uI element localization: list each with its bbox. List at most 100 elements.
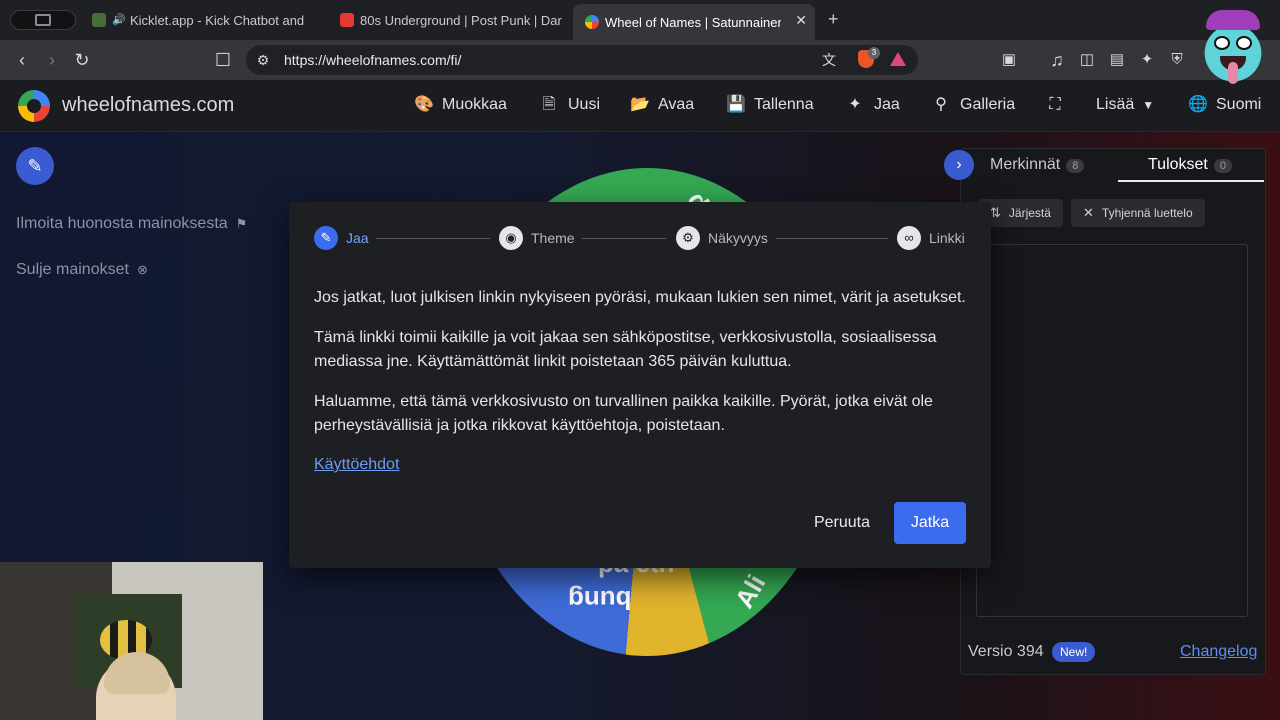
sort-icon: ⇅ xyxy=(990,205,1001,220)
browser-tab-80s-underground[interactable]: 80s Underground | Post Punk | Dar xyxy=(340,4,562,36)
dialog-paragraph-3: Haluamme, että tämä verkkosivusto on tur… xyxy=(314,393,933,434)
changelog-link[interactable]: Changelog xyxy=(1180,643,1257,661)
close-circle-icon: ⊗ xyxy=(136,262,148,277)
active-tab-indicator xyxy=(1118,180,1264,182)
results-count-badge: 0 xyxy=(1213,159,1232,173)
step-link[interactable]: ∞ Linkki xyxy=(897,226,965,250)
wheel-logo-icon[interactable] xyxy=(18,90,50,122)
dialog-paragraph-2: Tämä linkki toimii kaikille ja voit jaka… xyxy=(314,329,937,370)
nav-new[interactable]: 🗎 Uusi xyxy=(540,96,600,114)
nav-label: Galleria xyxy=(960,96,1016,113)
nav-customize[interactable]: 🎨 Muokkaa xyxy=(414,96,507,114)
back-icon[interactable]: ‹ xyxy=(11,49,33,71)
window-icon xyxy=(35,14,51,26)
nav-save[interactable]: 💾 Tallenna xyxy=(726,96,814,114)
nav-label: Lisää xyxy=(1096,96,1135,113)
step-connector xyxy=(582,238,666,239)
nav-label: Uusi xyxy=(568,96,601,113)
browser-tab-kicklet[interactable]: 🔊 Kicklet.app - Kick Chatbot and xyxy=(92,4,314,36)
step-label: Jaa xyxy=(346,230,369,246)
url-text: https://wheelofnames.com/fi/ xyxy=(284,52,462,68)
terms-link[interactable]: Käyttöehdot xyxy=(314,456,399,474)
nav-open[interactable]: 📂 Avaa xyxy=(630,96,694,114)
cancel-button[interactable]: Peruuta xyxy=(806,502,878,544)
share-dialog xyxy=(289,202,991,568)
close-ads-link[interactable]: Sulje mainokset ⊗ xyxy=(16,261,148,279)
wallet-icon[interactable]: ▤ xyxy=(1106,49,1128,71)
gear-icon: ⚙ xyxy=(676,226,700,250)
pencil-icon: ✎ xyxy=(314,226,338,250)
new-badge: New! xyxy=(1052,642,1096,662)
nav-more[interactable]: Lisää ▼ xyxy=(1096,96,1154,114)
media-icon[interactable]: ♫ xyxy=(1046,49,1068,71)
sort-label: Järjestä xyxy=(1008,206,1051,220)
nav-language[interactable]: 🌐 Suomi xyxy=(1188,96,1261,114)
edit-pencil-button[interactable]: ✎ xyxy=(16,147,54,185)
nav-fullscreen[interactable]: ⛶ xyxy=(1046,96,1074,114)
webcam-overlay xyxy=(0,562,263,720)
tab-title: Wheel of Names | Satunnainen xyxy=(605,14,781,30)
report-ad-link[interactable]: Ilmoita huonosta mainoksesta ⚑ xyxy=(16,215,247,233)
step-visibility[interactable]: ⚙ Näkyvyys xyxy=(676,226,768,250)
fullscreen-icon: ⛶ xyxy=(1049,96,1061,113)
close-ads-label: Sulje mainokset xyxy=(16,261,129,278)
step-label: Näkyvyys xyxy=(708,230,768,246)
folder-icon: 📂 xyxy=(630,96,650,113)
clear-label: Tyhjennä luettelo xyxy=(1101,206,1193,220)
new-tab-button[interactable]: + xyxy=(828,9,839,30)
brave-rewards-icon[interactable] xyxy=(890,52,906,66)
close-icon: ✕ xyxy=(1083,205,1094,220)
forward-icon[interactable]: › xyxy=(41,49,63,71)
tab-entries[interactable]: Merkinnät 8 xyxy=(990,156,1085,174)
tab-label: Merkinnät xyxy=(990,156,1061,173)
dialog-paragraph-1: Jos jatkat, luot julkisen linkin nykyise… xyxy=(314,289,966,306)
continue-button[interactable]: Jatka xyxy=(894,502,966,544)
nav-label: Avaa xyxy=(658,96,695,113)
results-list[interactable] xyxy=(976,244,1248,617)
translate-icon[interactable]: 文 xyxy=(818,49,840,71)
site-settings-icon[interactable]: ⚙ xyxy=(252,49,274,71)
step-connector xyxy=(776,238,888,239)
streamer-avatar xyxy=(1192,8,1274,90)
palette-icon: 🎨 xyxy=(414,96,434,113)
save-icon: 💾 xyxy=(726,96,746,113)
palette-icon: ◉ xyxy=(499,226,523,250)
tab-overview-button[interactable] xyxy=(10,10,76,30)
screenshot-icon[interactable]: ▣ xyxy=(998,49,1020,71)
sidebar-icon[interactable]: ◫ xyxy=(1076,49,1098,71)
leo-ai-icon[interactable]: ✦ xyxy=(1136,49,1158,71)
nav-label: Tallenna xyxy=(754,96,814,113)
version-text: Versio 394 xyxy=(968,643,1044,660)
site-brand[interactable]: wheelofnames.com xyxy=(62,94,234,117)
wheel-segment-label: bung xyxy=(568,585,632,615)
file-icon: 🗎 xyxy=(542,96,556,113)
clear-list-button[interactable]: ✕ Tyhjennä luettelo xyxy=(1071,199,1205,227)
step-share[interactable]: ✎ Jaa xyxy=(314,226,369,250)
caret-down-icon: ▼ xyxy=(1142,98,1155,112)
bookmark-icon[interactable]: ☐ xyxy=(212,49,234,71)
search-icon: ⚲ xyxy=(935,96,947,113)
reload-icon[interactable]: ↻ xyxy=(71,49,93,71)
speaker-icon: 🔊 xyxy=(112,14,126,26)
nav-label: Suomi xyxy=(1216,96,1262,113)
wheel-favicon-icon xyxy=(585,15,599,29)
tab-title: Kicklet.app - Kick Chatbot and xyxy=(130,12,305,28)
nav-gallery[interactable]: ⚲ Galleria xyxy=(932,96,1015,114)
vpn-shield-icon[interactable]: ⛨ xyxy=(1166,49,1188,71)
browser-tab-wheel-of-names[interactable]: Wheel of Names | Satunnainen ✕ xyxy=(573,4,815,40)
nav-label: Jaa xyxy=(874,96,900,113)
report-ad-label: Ilmoita huonosta mainoksesta xyxy=(16,215,228,232)
step-theme[interactable]: ◉ Theme xyxy=(499,226,575,250)
entries-count-badge: 8 xyxy=(1066,159,1085,173)
avatar-tongue xyxy=(1228,62,1238,84)
avatar-hair xyxy=(1206,10,1260,30)
nav-share[interactable]: ✦ Jaa xyxy=(846,96,900,114)
step-connector xyxy=(376,238,490,239)
step-label: Linkki xyxy=(929,230,965,246)
share-icon: ✦ xyxy=(848,96,862,113)
collapse-panel-button[interactable]: › xyxy=(944,150,974,180)
close-tab-icon[interactable]: ✕ xyxy=(795,12,807,29)
nav-label: Muokkaa xyxy=(442,96,507,113)
step-label: Theme xyxy=(531,230,575,246)
tab-results[interactable]: Tulokset 0 xyxy=(1148,156,1232,174)
